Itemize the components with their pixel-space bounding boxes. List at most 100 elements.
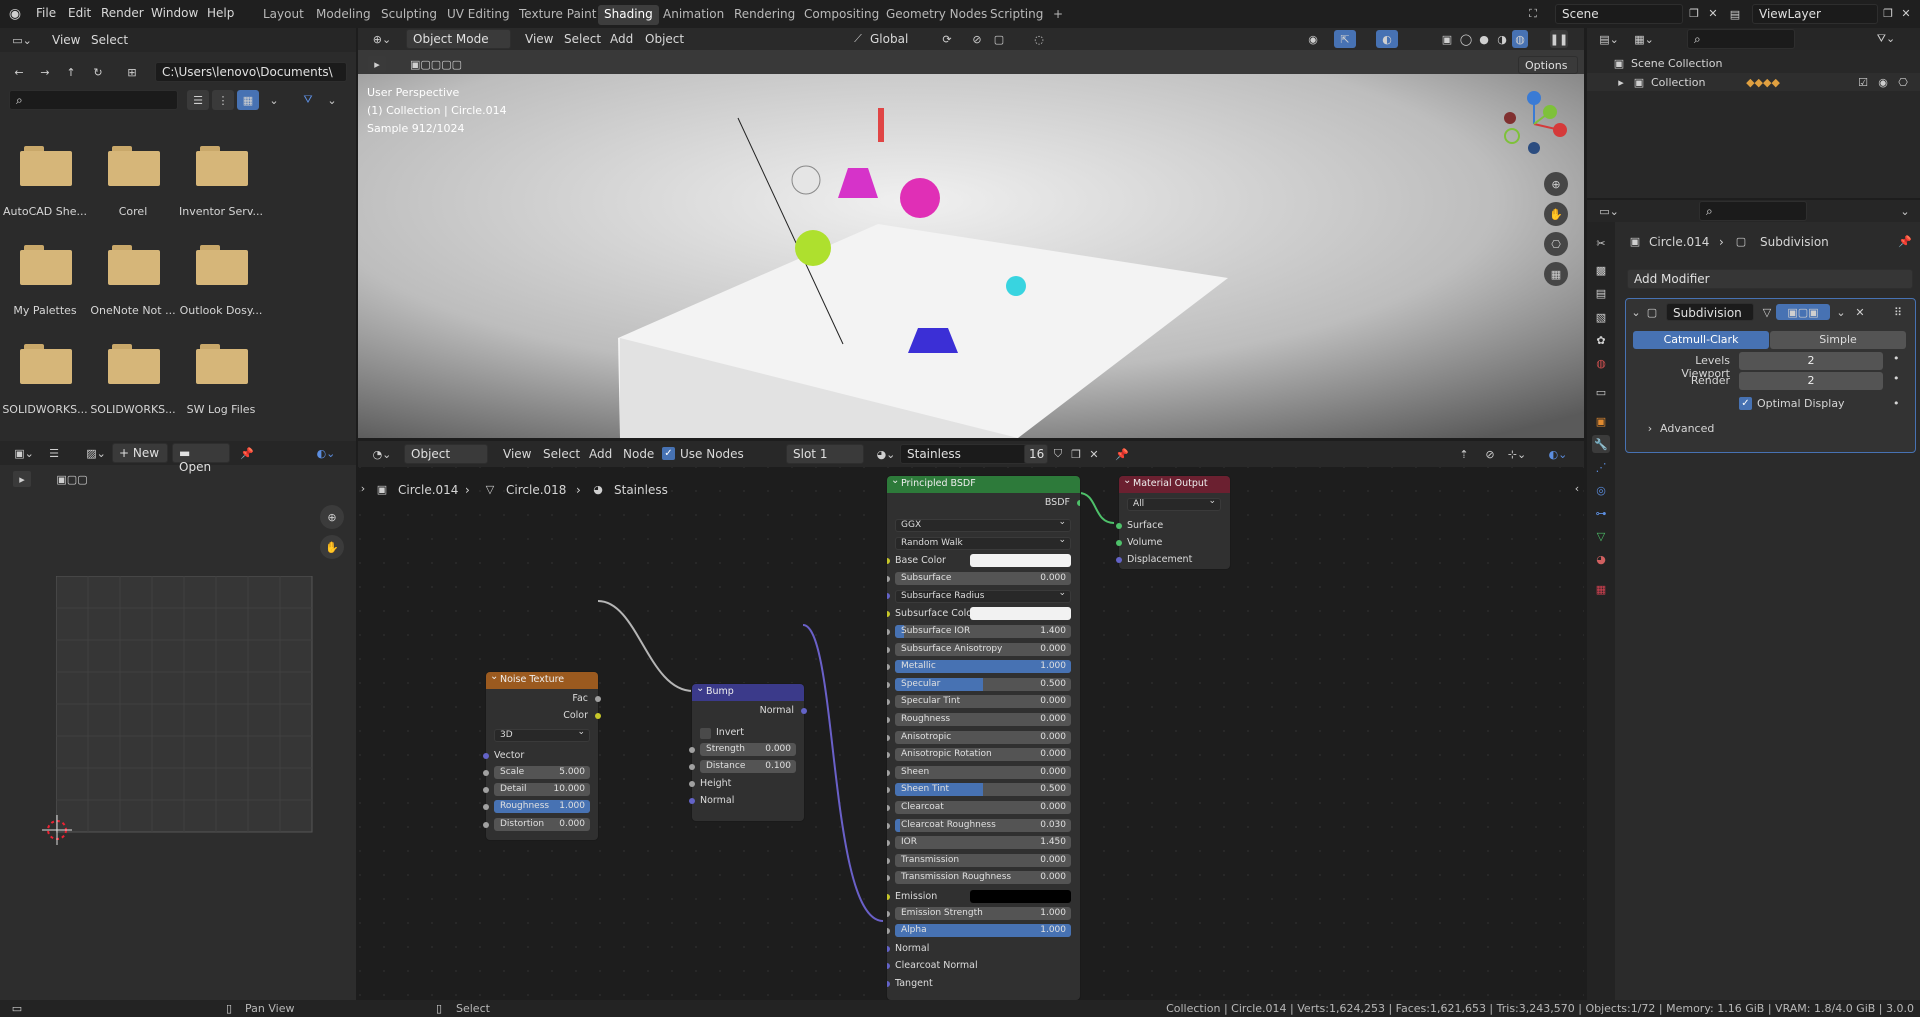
scene-field[interactable]: Scene <box>1555 4 1683 24</box>
tab-compositing[interactable]: Compositing <box>798 5 885 25</box>
detail-slider[interactable]: Detail 10.000 <box>494 783 590 796</box>
folder-label[interactable]: Outlook Dosy... <box>171 304 271 317</box>
folder-label[interactable]: SW Log Files <box>171 403 271 416</box>
bsdf-input-socket[interactable] <box>887 805 890 811</box>
drag-handle-icon[interactable]: ⠿ <box>1890 304 1906 320</box>
bsdf-input-socket[interactable] <box>887 770 890 776</box>
options-dropdown-icon[interactable]: ⌄ <box>1897 202 1913 220</box>
folder-icon[interactable] <box>108 245 160 285</box>
pivot-icon[interactable]: ⟳ <box>936 30 958 48</box>
catmull-clark-button[interactable]: Catmull-Clark <box>1633 331 1769 349</box>
options-dropdown[interactable]: Options <box>1518 56 1578 74</box>
add-modifier-dropdown[interactable]: Add Modifier <box>1627 269 1913 289</box>
emission-socket[interactable] <box>887 894 890 900</box>
view-mode-icon[interactable]: ▨⌄ <box>82 444 110 462</box>
pan-icon[interactable]: ✋ <box>320 535 344 559</box>
subsurface-slider[interactable]: Subsurface 0.000 <box>895 572 1071 585</box>
editor-type-icon[interactable]: ⊕⌄ <box>368 30 396 48</box>
emission-color-swatch[interactable] <box>970 890 1071 903</box>
bsdf-input-socket[interactable] <box>887 858 890 864</box>
dimensions-dropdown[interactable]: 3D <box>494 727 590 742</box>
subsurface-method-dropdown[interactable]: Random Walk <box>895 535 1071 550</box>
bsdf-slider[interactable]: Sheen Tint 0.500 <box>895 783 1071 796</box>
sort-dropdown-icon[interactable]: ⌄ <box>264 90 284 110</box>
keyframe-dot-icon[interactable]: • <box>1893 352 1900 365</box>
particles-tab-icon[interactable]: ⋰ <box>1592 458 1610 476</box>
bsdf-input-socket[interactable] <box>887 840 890 846</box>
editor-type-icon[interactable]: ▣⌄ <box>10 444 38 462</box>
bsdf-input-socket[interactable] <box>887 875 890 881</box>
distortion-input-socket[interactable] <box>483 822 489 828</box>
invert-checkbox[interactable] <box>700 728 711 739</box>
bsdf-slider[interactable]: Specular 0.500 <box>895 678 1071 691</box>
subsurface-color-swatch[interactable] <box>970 607 1071 620</box>
editor-type-icon[interactable]: ▭⌄ <box>8 31 36 49</box>
height-input-socket[interactable] <box>689 781 695 787</box>
editor-type-icon[interactable]: ▭⌄ <box>1595 202 1623 220</box>
distance-slider[interactable]: Distance 0.100 <box>700 760 796 773</box>
delete-scene-icon[interactable]: ✕ <box>1705 5 1721 21</box>
data-tab-icon[interactable]: ▽ <box>1592 527 1610 545</box>
eye-icon[interactable]: ◉ <box>1875 74 1891 90</box>
folder-icon[interactable] <box>20 344 72 384</box>
tab-geometry-nodes[interactable]: Geometry Nodes <box>880 5 993 25</box>
refresh-icon[interactable]: ↻ <box>88 62 108 82</box>
properties-search-input[interactable]: ⌕ <box>1699 201 1807 221</box>
bsdf-input-socket[interactable] <box>887 647 890 653</box>
constraints-tab-icon[interactable]: ⊶ <box>1592 504 1610 522</box>
view-layer-field[interactable]: ViewLayer <box>1752 4 1878 24</box>
bsdf-input-socket[interactable] <box>887 717 890 723</box>
normal-input-socket[interactable] <box>689 798 695 804</box>
bump-node-header[interactable]: Bump <box>692 683 804 701</box>
bsdf-slider[interactable]: Subsurface Anisotropy 0.000 <box>895 643 1071 656</box>
folder-icon[interactable] <box>20 245 72 285</box>
folder-icon[interactable] <box>196 245 248 285</box>
open-image-button[interactable]: ▬ Open <box>172 443 230 474</box>
volume-input-socket[interactable] <box>1116 540 1122 546</box>
bsdf-slider[interactable]: Sheen 0.000 <box>895 766 1071 779</box>
emission-strength-socket[interactable] <box>887 911 890 917</box>
output-tab-icon[interactable]: ▤ <box>1592 284 1610 302</box>
pin-icon[interactable]: 📌 <box>238 444 256 462</box>
fac-output-socket[interactable] <box>595 696 601 702</box>
navigation-gizmo[interactable] <box>1498 88 1570 160</box>
folder-label[interactable]: AutoCAD She... <box>0 205 95 218</box>
distribution-dropdown[interactable]: GGX <box>895 517 1071 532</box>
menu-help[interactable]: Help <box>207 6 234 20</box>
bsdf-slider[interactable]: Clearcoat Roughness 0.030 <box>895 819 1071 832</box>
menu-view[interactable]: View <box>52 33 80 47</box>
cursor-2d-icon[interactable] <box>42 815 72 845</box>
simple-button[interactable]: Simple <box>1770 331 1906 349</box>
physics-tab-icon[interactable]: ◎ <box>1592 481 1610 499</box>
tab-animation[interactable]: Animation <box>657 5 730 25</box>
shading-solid-icon[interactable]: ● <box>1476 30 1492 48</box>
pan-icon[interactable]: ✋ <box>1544 202 1568 226</box>
tab-uv-editing[interactable]: UV Editing <box>441 5 516 25</box>
folder-label[interactable]: OneNote Not ... <box>83 304 183 317</box>
folder-label[interactable]: Inventor Serv... <box>171 205 271 218</box>
detail-input-socket[interactable] <box>483 787 489 793</box>
proportional-edit-icon[interactable]: ◌ <box>1030 30 1048 48</box>
roughness-slider[interactable]: Roughness 1.000 <box>494 800 590 813</box>
remove-modifier-icon[interactable]: ✕ <box>1852 304 1868 320</box>
select-mode-icon[interactable]: ▣▢▢ <box>44 471 100 487</box>
material-output-node[interactable]: Material Output All Surface Volume Displ… <box>1116 475 1230 569</box>
visibility-icon[interactable]: ◉ <box>1302 30 1324 48</box>
optimal-display-label[interactable]: Optimal Display <box>1757 397 1845 410</box>
checkbox-icon[interactable]: ☑ <box>1855 74 1871 90</box>
modifier-tab-icon[interactable]: 🔧 <box>1592 435 1610 453</box>
snap-icon[interactable]: ⊘ <box>968 30 986 48</box>
texture-tab-icon[interactable]: ▦ <box>1592 580 1610 598</box>
parent-dir-icon[interactable]: ↑ <box>61 62 81 82</box>
bsdf-node-header[interactable]: Principled BSDF <box>887 476 1080 493</box>
folder-label[interactable]: Corel <box>83 205 183 218</box>
pause-render-icon[interactable]: ❚❚ <box>1550 30 1568 48</box>
bsdf-input-socket[interactable] <box>887 629 890 635</box>
bsdf-output-socket[interactable] <box>1077 500 1080 506</box>
base-color-socket[interactable] <box>887 558 890 564</box>
normal-output-socket[interactable] <box>801 708 807 714</box>
bsdf-slider[interactable]: Specular Tint 0.000 <box>895 695 1071 708</box>
object-tab-icon[interactable]: ▣ <box>1592 412 1610 430</box>
overlays-icon[interactable]: ◐⌄ <box>307 444 345 462</box>
base-color-swatch[interactable] <box>970 554 1071 567</box>
